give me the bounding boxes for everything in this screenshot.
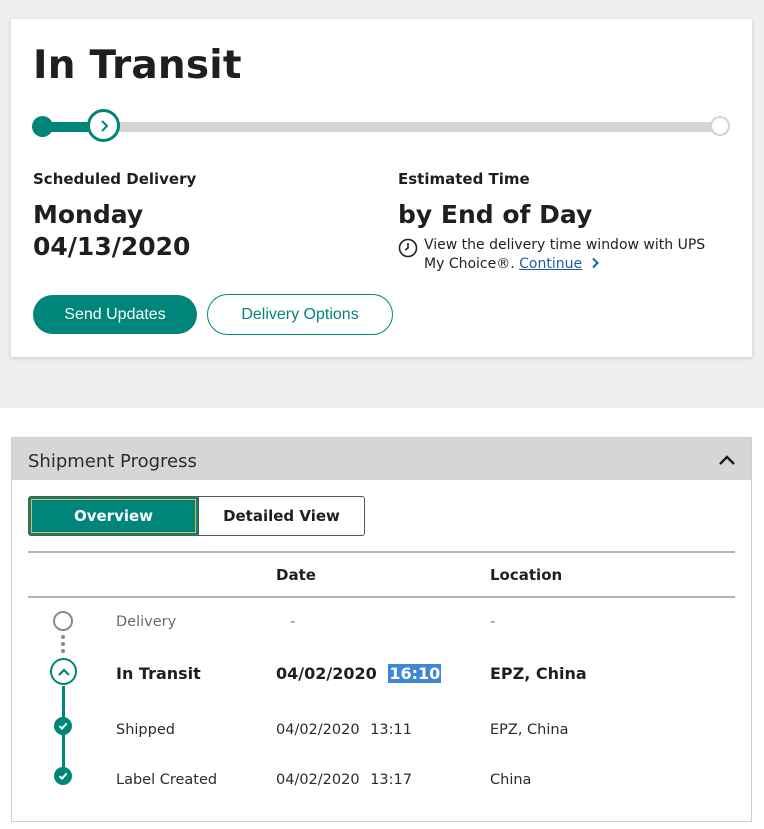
timeline-dot [61,649,65,653]
row-date: 04/02/2020 [276,772,360,788]
view-tabs: Overview Detailed View [28,496,365,536]
chevron-up-icon[interactable] [717,452,737,468]
column-header-location: Location [490,566,563,584]
continue-link-label: Continue [519,256,583,272]
timeline-dot [61,635,65,639]
timeline-pending-marker [53,611,73,631]
estimated-time-label: Estimated Time [398,170,530,188]
shipment-progress-header[interactable]: Shipment Progress [12,438,751,480]
timeline-current-marker [50,658,77,685]
column-header-date: Date [276,566,316,584]
tab-overview[interactable]: Overview [29,497,198,535]
row-date-time: 04/02/2020 16:10 [276,664,442,683]
my-choice-note: View the delivery time window with UPS M… [398,236,728,274]
chevron-up-icon [57,667,70,676]
scheduled-delivery-label: Scheduled Delivery [33,170,197,188]
chevron-right-icon [101,119,109,132]
clock-icon [398,238,418,258]
check-icon [58,722,68,731]
continue-link[interactable]: Continue [519,256,582,272]
estimated-time-value: by End of Day [398,200,593,229]
row-date: 04/02/2020 [276,722,360,738]
tab-detailed-view[interactable]: Detailed View [198,497,364,535]
progress-start-marker [32,116,53,137]
shipment-progress-title: Shipment Progress [28,451,197,472]
row-status: Label Created [116,772,218,788]
row-location: EPZ, China [490,722,569,738]
row-status: Shipped [116,722,175,738]
row-time: 16:10 [388,664,442,683]
delivery-options-button[interactable]: Delivery Options [207,294,393,335]
table-header-rule [28,596,735,598]
row-location: EPZ, China [490,664,587,683]
scheduled-day: Monday [33,200,144,229]
row-date: 04/02/2020 [276,664,377,683]
shipment-progress-panel: Shipment Progress Overview Detailed View… [11,437,752,822]
timeline-done-marker [54,767,72,785]
chevron-right-icon [591,257,599,269]
row-date-time: 04/02/2020 13:11 [276,722,412,738]
timeline-dot [61,642,65,646]
progress-end-marker [710,116,730,136]
row-location: China [490,772,532,788]
check-icon [58,772,68,781]
row-location: - [490,614,496,630]
tracking-status-card: In Transit Scheduled Delivery Monday 04/… [11,19,752,357]
row-status: In Transit [116,664,201,683]
send-updates-button[interactable]: Send Updates [33,295,197,334]
row-date-time: 04/02/2020 13:17 [276,772,412,788]
row-date: - [290,614,296,630]
scheduled-date: 04/13/2020 [33,232,191,261]
status-title: In Transit [33,43,242,88]
row-time: 13:11 [370,722,412,738]
progress-track [42,122,729,132]
row-status: Delivery [116,614,177,630]
timeline-done-marker [54,717,72,735]
table-top-rule [28,551,735,553]
row-time: 13:17 [370,772,412,788]
progress-current-marker [87,109,121,142]
